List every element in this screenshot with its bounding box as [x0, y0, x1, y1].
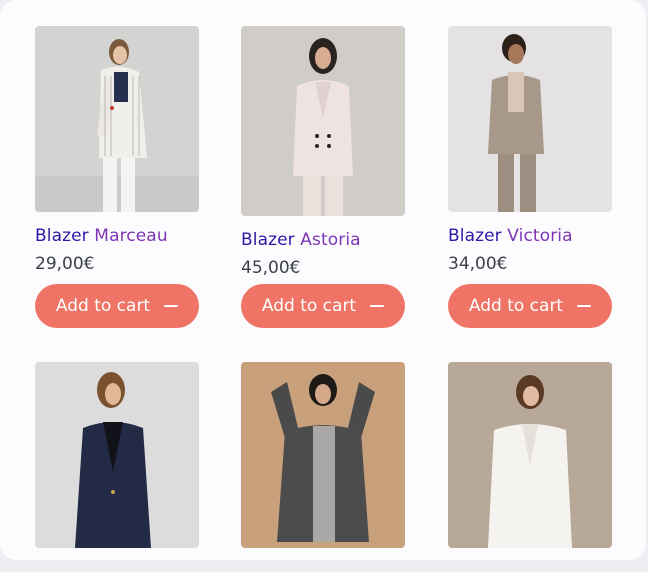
product-name[interactable]: Blazer Marceau	[35, 226, 235, 246]
product-image[interactable]	[448, 26, 612, 212]
product-image[interactable]	[241, 26, 405, 216]
product-image[interactable]	[35, 26, 199, 212]
product-price: 34,00€	[448, 254, 508, 274]
minus-icon	[370, 305, 385, 307]
add-to-cart-button[interactable]: Add to cart	[241, 284, 405, 328]
product-name[interactable]: Blazer Victoria	[448, 226, 648, 246]
add-to-cart-label: Add to cart	[468, 296, 564, 316]
add-to-cart-button[interactable]: Add to cart	[448, 284, 612, 328]
add-to-cart-button[interactable]: Add to cart	[35, 284, 199, 328]
add-to-cart-label: Add to cart	[261, 296, 357, 316]
product-name[interactable]: Blazer Astoria	[241, 230, 441, 250]
minus-icon	[577, 305, 592, 307]
product-grid: Blazer Marceau 29,00€ Add to cart Blazer…	[0, 0, 646, 560]
product-image[interactable]	[35, 362, 199, 548]
product-price: 29,00€	[35, 254, 95, 274]
minus-icon	[164, 305, 179, 307]
product-image[interactable]	[241, 362, 405, 548]
product-image[interactable]	[448, 362, 612, 548]
product-price: 45,00€	[241, 258, 301, 278]
add-to-cart-label: Add to cart	[55, 296, 151, 316]
